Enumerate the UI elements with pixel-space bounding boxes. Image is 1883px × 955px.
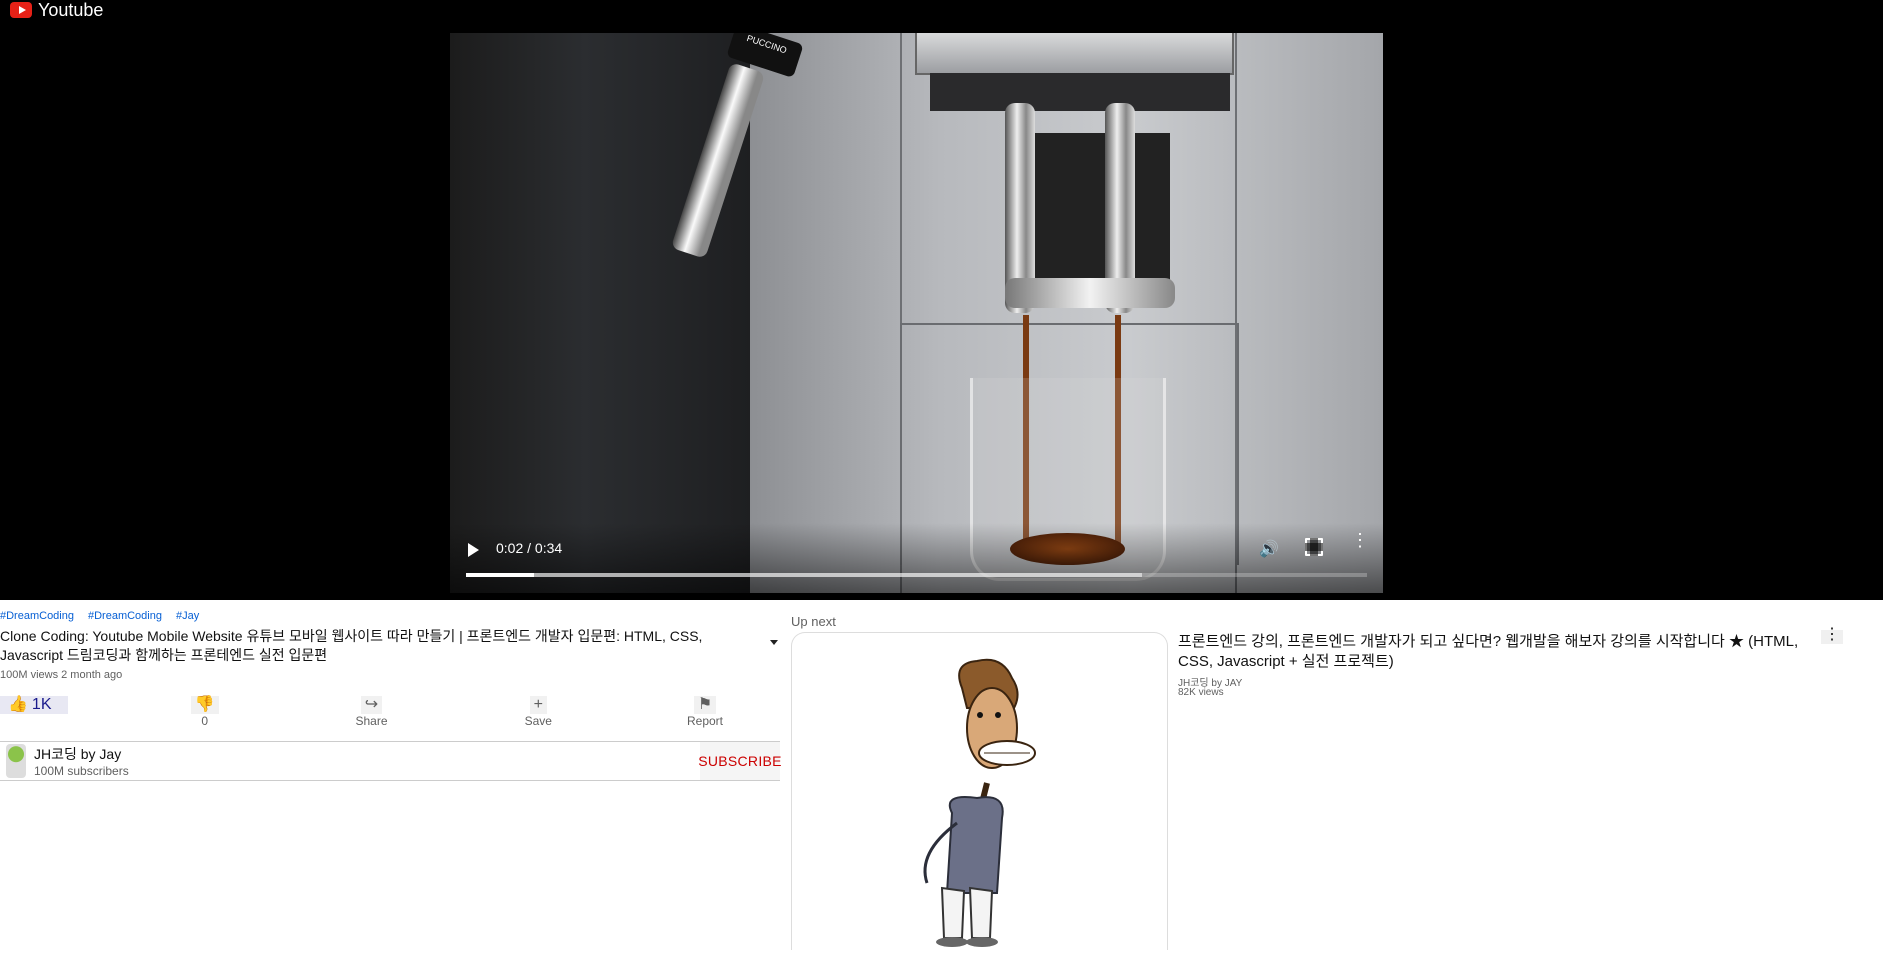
video-title: Clone Coding: Youtube Mobile Website 유튜브… bbox=[0, 628, 703, 663]
thumbs-down-icon: 👎 bbox=[190, 696, 219, 714]
report-button[interactable]: ⚑ Report bbox=[675, 696, 735, 728]
fullscreen-icon[interactable] bbox=[1305, 538, 1323, 556]
player-controls: 0:02 / 0:34 🔊 ⋮ bbox=[450, 523, 1383, 593]
app-title: Youtube bbox=[38, 0, 104, 20]
volume-icon[interactable]: 🔊 bbox=[1259, 539, 1279, 559]
share-button[interactable]: ↪ Share bbox=[342, 696, 402, 728]
save-button[interactable]: + Save bbox=[508, 696, 568, 728]
action-bar: 👍 1K 👎 0 ↪ Share + Save ⚑ Report bbox=[0, 696, 735, 728]
hashtag[interactable]: #DreamCoding bbox=[88, 610, 162, 624]
dislike-count: 0 bbox=[201, 714, 209, 728]
time-display: 0:02 / 0:34 bbox=[496, 540, 563, 556]
brand[interactable]: Youtube bbox=[10, 0, 103, 20]
expand-description-icon[interactable] bbox=[770, 640, 778, 645]
youtube-logo-icon bbox=[10, 2, 32, 18]
hashtag-list: #DreamCoding #DreamCoding #Jay bbox=[0, 610, 780, 624]
hashtag[interactable]: #DreamCoding bbox=[0, 610, 74, 624]
share-icon: ↪ bbox=[360, 696, 383, 714]
more-options-icon[interactable]: ⋮ bbox=[1351, 531, 1369, 549]
play-icon[interactable] bbox=[468, 543, 479, 557]
flag-icon: ⚑ bbox=[693, 696, 717, 714]
cartoon-character-image bbox=[923, 658, 1036, 947]
upnext-thumbnail[interactable] bbox=[791, 632, 1168, 950]
channel-row: JH코딩 by Jay 100M subscribers SUBSCRIBE bbox=[0, 741, 782, 781]
video-player[interactable]: PUCCINO 0:02 / 0:34 🔊 ⋮ bbox=[450, 33, 1383, 593]
subscriber-count: 100M subscribers bbox=[34, 764, 129, 778]
save-label: Save bbox=[524, 714, 552, 728]
upnext-views: 82K views bbox=[1178, 687, 1224, 698]
cartoon-character-drawing bbox=[923, 658, 1036, 947]
channel-info: JH코딩 by Jay 100M subscribers bbox=[34, 744, 129, 778]
upnext-label: Up next bbox=[791, 614, 836, 629]
video-frame-background bbox=[450, 33, 750, 593]
like-button[interactable]: 👍 1K bbox=[0, 696, 68, 714]
progress-buffered bbox=[466, 573, 1142, 577]
share-label: Share bbox=[355, 714, 388, 728]
like-count: 1K bbox=[31, 696, 52, 713]
hashtag[interactable]: #Jay bbox=[176, 610, 199, 624]
report-label: Report bbox=[686, 714, 724, 728]
dislike-button[interactable]: 👎 0 bbox=[175, 696, 235, 728]
video-frame-detail bbox=[1005, 278, 1175, 308]
channel-name[interactable]: JH코딩 by Jay bbox=[34, 744, 129, 764]
progress-bar[interactable] bbox=[466, 573, 1367, 577]
more-options-icon[interactable]: ⋮ bbox=[1821, 627, 1843, 644]
progress-played bbox=[466, 573, 534, 577]
subscribe-button[interactable]: SUBSCRIBE bbox=[698, 742, 782, 780]
video-frame-detail bbox=[915, 33, 1234, 75]
avatar[interactable] bbox=[6, 744, 26, 778]
plus-icon: + bbox=[529, 696, 547, 714]
player-area: Youtube PUCCINO 0:02 / 0:34 🔊 ⋮ bbox=[0, 0, 1883, 600]
thumbs-up-icon: 👍 bbox=[8, 696, 28, 713]
video-info: #DreamCoding #DreamCoding #Jay Clone Cod… bbox=[0, 610, 782, 781]
video-frame-detail bbox=[930, 73, 1230, 111]
upnext-title[interactable]: 프론트엔드 강의, 프론트엔드 개발자가 되고 싶다면? 웹개발을 해보자 강의… bbox=[1178, 632, 1828, 672]
video-meta: 100M views 2 month ago bbox=[0, 669, 123, 681]
